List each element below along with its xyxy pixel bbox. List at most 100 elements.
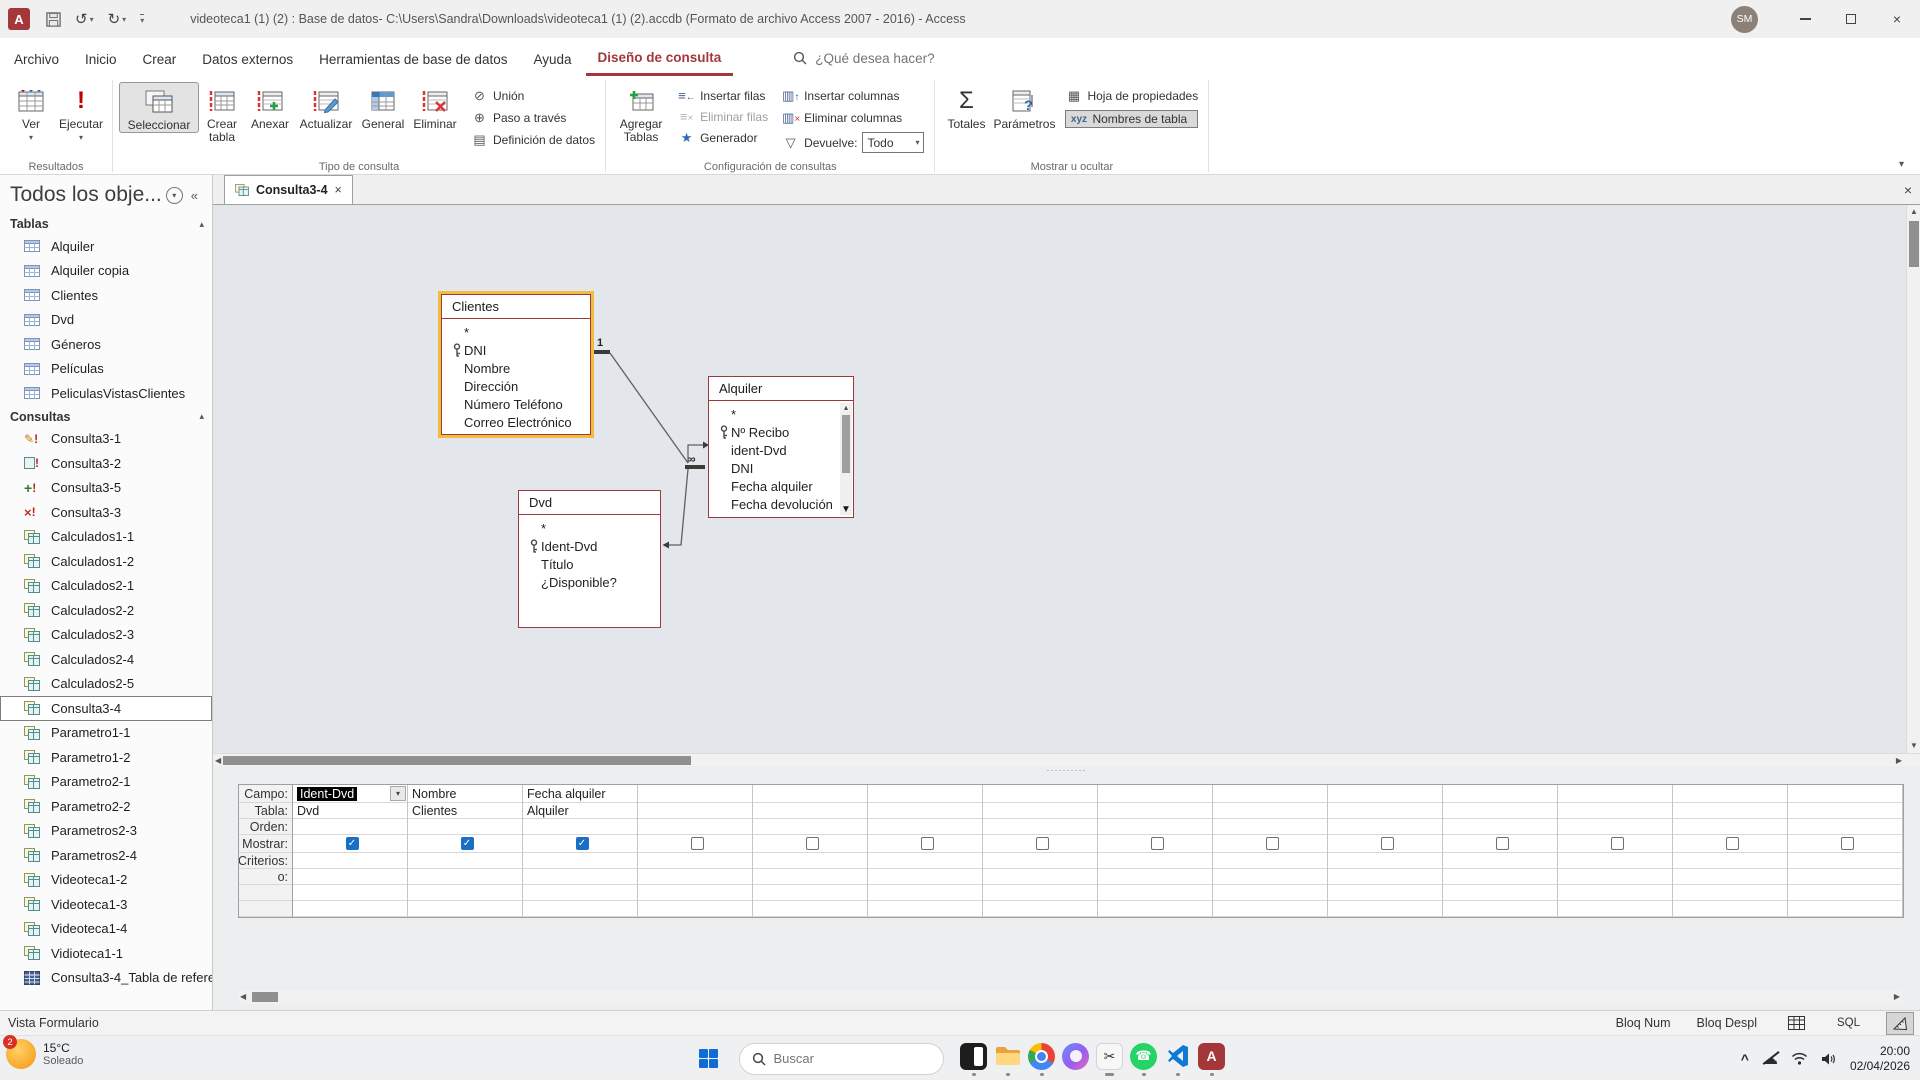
show-checkbox[interactable]: ✓ <box>346 837 359 850</box>
grid-criterios-cell[interactable] <box>293 853 407 869</box>
sidebar-item-parametro1-2[interactable]: Parametro1-2 <box>0 745 212 770</box>
snipping-tool-taskbar-button[interactable]: ✂ <box>1093 1038 1127 1080</box>
tray-chevron-up-icon[interactable]: ^ <box>1741 1051 1749 1067</box>
select-query-button[interactable]: Seleccionar <box>119 82 199 133</box>
union-button[interactable]: ⊘Unión <box>471 88 595 104</box>
show-checkbox[interactable] <box>806 837 819 850</box>
show-checkbox[interactable] <box>691 837 704 850</box>
grid-o-cell[interactable] <box>408 869 522 885</box>
grid-b2-cell[interactable] <box>1443 901 1557 917</box>
grid-criterios-cell[interactable] <box>1558 853 1672 869</box>
view-button[interactable]: Ver ▾ <box>6 82 56 142</box>
delete-columns-button[interactable]: ▥×Eliminar columnas <box>782 110 924 126</box>
field-n-recibo[interactable]: Nº Recibo <box>709 423 840 441</box>
redo-button[interactable]: ↻▾ <box>108 10 127 28</box>
show-checkbox[interactable] <box>1611 837 1624 850</box>
grid-b2-cell[interactable] <box>1098 901 1212 917</box>
grid-b1-cell[interactable] <box>1673 885 1787 901</box>
designer-table-dvd[interactable]: Dvd *Ident-DvdTítulo¿Disponible? <box>518 490 661 628</box>
insert-rows-button[interactable]: ≡←Insertar filas <box>678 88 768 103</box>
sidebar-item-consulta3-1[interactable]: ✎!Consulta3-1 <box>0 427 212 452</box>
sidebar-item-alquiler[interactable]: Alquiler <box>0 234 212 259</box>
grid-b1-cell[interactable] <box>293 885 407 901</box>
field-[interactable]: * <box>709 405 840 423</box>
grid-field-cell[interactable] <box>1328 785 1442 803</box>
field-correo-electr-nico[interactable]: Correo Electrónico <box>442 413 590 431</box>
grid-field-cell[interactable] <box>1443 785 1557 803</box>
grid-show-cell[interactable]: ✓ <box>293 835 407 853</box>
grid-o-cell[interactable] <box>293 869 407 885</box>
return-dropdown[interactable]: Todo▾ <box>862 132 924 153</box>
tab-ayuda[interactable]: Ayuda <box>521 42 583 75</box>
property-sheet-button[interactable]: ▦Hoja de propiedades <box>1065 88 1198 104</box>
field-[interactable]: * <box>519 519 660 537</box>
tab-archivo[interactable]: Archivo <box>2 42 71 75</box>
totals-button[interactable]: Σ Totales <box>941 82 991 131</box>
grid-b1-cell[interactable] <box>1788 885 1902 901</box>
grid-b1-cell[interactable] <box>1443 885 1557 901</box>
taskbar-search-input[interactable] <box>774 1051 914 1066</box>
make-table-button[interactable]: Crear tabla <box>199 82 245 144</box>
grid-field-cell[interactable] <box>1788 785 1902 803</box>
grid-o-cell[interactable] <box>523 869 637 885</box>
field-nombre[interactable]: Nombre <box>442 359 590 377</box>
taskbar-search[interactable] <box>739 1043 944 1075</box>
update-query-button[interactable]: Actualizar <box>295 82 357 131</box>
sidebar-item-parametros2-3[interactable]: Parametros2-3 <box>0 819 212 844</box>
sidebar-section-tablas[interactable]: Tablas▴ <box>0 213 212 234</box>
grid-field-cell[interactable] <box>638 785 752 803</box>
grid-b2-cell[interactable] <box>1328 901 1442 917</box>
design-vertical-scrollbar[interactable]: ▲ ▼ <box>1906 205 1920 753</box>
tab-close-icon[interactable]: × <box>335 183 342 197</box>
access-taskbar-button[interactable]: A <box>1195 1038 1229 1080</box>
tab-datos-externos[interactable]: Datos externos <box>190 42 305 75</box>
field-ident-dvd[interactable]: ident-Dvd <box>709 441 840 459</box>
grid-criterios-cell[interactable] <box>523 853 637 869</box>
scroll-thumb[interactable] <box>842 415 850 473</box>
grid-b2-cell[interactable] <box>753 901 867 917</box>
grid-show-cell[interactable] <box>1443 835 1557 853</box>
grid-criterios-cell[interactable] <box>1673 853 1787 869</box>
grid-show-cell[interactable] <box>1328 835 1442 853</box>
scroll-thumb[interactable] <box>223 756 691 765</box>
crosstab-query-button[interactable]: General <box>357 82 409 131</box>
grid-horizontal-scrollbar[interactable]: ◀ ▶ <box>238 990 1902 1004</box>
grid-orden-cell[interactable] <box>1328 819 1442 835</box>
grid-orden-cell[interactable] <box>1098 819 1212 835</box>
sidebar-item-consulta3-5[interactable]: +!Consulta3-5 <box>0 476 212 501</box>
show-checkbox[interactable] <box>1381 837 1394 850</box>
grid-table-cell[interactable]: Clientes <box>408 803 522 819</box>
grid-orden-cell[interactable] <box>1213 819 1327 835</box>
sidebar-item-peliculasvistasclientes[interactable]: PeliculasVistasClientes <box>0 381 212 406</box>
sidebar-item-consulta3-3[interactable]: ×!Consulta3-3 <box>0 500 212 525</box>
grid-b2-cell[interactable] <box>1673 901 1787 917</box>
sidebar-item-videoteca1-2[interactable]: Videoteca1-2 <box>0 868 212 893</box>
scroll-up-icon[interactable]: ▲ <box>1907 205 1920 219</box>
grid-criterios-cell[interactable] <box>753 853 867 869</box>
grid-orden-cell[interactable] <box>408 819 522 835</box>
grid-orden-cell[interactable] <box>1558 819 1672 835</box>
grid-b2-cell[interactable] <box>1558 901 1672 917</box>
start-button[interactable] <box>692 1042 726 1076</box>
grid-b2-cell[interactable] <box>983 901 1097 917</box>
whatsapp-taskbar-button[interactable]: ☎ <box>1127 1038 1161 1080</box>
delete-query-button[interactable]: Eliminar <box>409 82 461 131</box>
grid-criterios-cell[interactable] <box>868 853 982 869</box>
sidebar-item-calculados2-1[interactable]: Calculados2-1 <box>0 574 212 599</box>
grid-field-cell[interactable] <box>1098 785 1212 803</box>
grid-show-cell[interactable]: ✓ <box>523 835 637 853</box>
add-tables-button[interactable]: Agregar Tablas <box>612 82 670 144</box>
grid-o-cell[interactable] <box>983 869 1097 885</box>
save-button[interactable] <box>46 12 61 27</box>
grid-b2-cell[interactable] <box>293 901 407 917</box>
file-explorer-taskbar-button[interactable] <box>991 1038 1025 1080</box>
run-button[interactable]: ! Ejecutar ▾ <box>56 82 106 142</box>
field-t-tulo[interactable]: Título <box>519 555 660 573</box>
show-checkbox[interactable] <box>1841 837 1854 850</box>
sidebar-item-calculados1-2[interactable]: Calculados1-2 <box>0 549 212 574</box>
grid-table-cell[interactable] <box>1558 803 1672 819</box>
sidebar-item-alquiler-copia[interactable]: Alquiler copia <box>0 259 212 284</box>
grid-criterios-cell[interactable] <box>983 853 1097 869</box>
close-document-icon[interactable]: × <box>1904 182 1912 198</box>
tab-diseno-de-consulta[interactable]: Diseño de consulta <box>586 40 734 76</box>
